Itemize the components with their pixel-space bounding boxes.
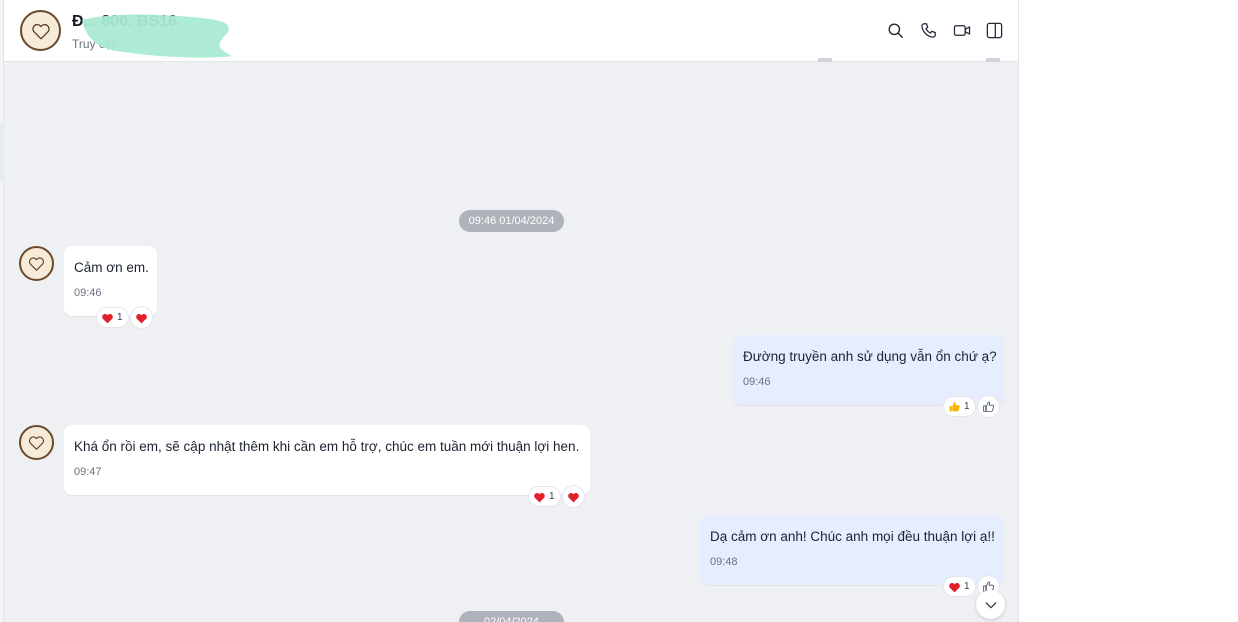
- reaction-count: 1: [964, 581, 970, 592]
- message-text: Đường truyền anh sử dụng vẫn ổn chứ ạ?: [743, 349, 997, 364]
- reaction-summary[interactable]: 1: [97, 308, 128, 327]
- clipped-element: [986, 58, 1000, 62]
- app-window: Đ... 800. BS16 Truy cập 09:46 01/04/2024…: [0, 0, 1238, 622]
- message-bubble-incoming[interactable]: Khá ổn rồi em, sẽ cập nhật thêm khi cần …: [64, 425, 590, 495]
- message-time: 09:47: [74, 466, 102, 478]
- heart-icon: [534, 492, 545, 502]
- heart-icon: [135, 313, 147, 323]
- chevron-down-icon: [985, 601, 996, 608]
- sender-avatar[interactable]: [19, 246, 54, 281]
- message-bubble-incoming[interactable]: Cảm ơn em. 09:46: [64, 246, 157, 316]
- add-reaction-button[interactable]: [130, 307, 152, 328]
- message-text: Khá ổn rồi em, sẽ cập nhật thêm khi cần …: [74, 439, 580, 454]
- search-icon: [888, 23, 903, 38]
- date-separator: 02/04/2024: [459, 611, 564, 622]
- phone-icon: [921, 23, 936, 38]
- add-reaction-button[interactable]: [562, 486, 584, 507]
- message-time: 09:48: [710, 556, 738, 568]
- message-time: 09:46: [74, 287, 102, 299]
- chat-panel: Đ... 800. BS16 Truy cập 09:46 01/04/2024…: [4, 0, 1019, 622]
- reaction-summary[interactable]: 1: [944, 577, 975, 596]
- message-reactions: 1: [529, 486, 584, 507]
- heart-outline-icon: [31, 23, 50, 39]
- message-bubble-outgoing[interactable]: Đường truyền anh sử dụng vẫn ổn chứ ạ? 0…: [733, 335, 1004, 405]
- reaction-summary[interactable]: 1: [944, 397, 975, 416]
- toggle-info-panel-button[interactable]: [982, 18, 1007, 43]
- sender-avatar[interactable]: [19, 425, 54, 460]
- thumbs-up-outline-icon: [982, 401, 994, 412]
- side-panel-icon: [986, 22, 1003, 39]
- heart-icon: [567, 492, 579, 502]
- video-call-button[interactable]: [949, 18, 974, 43]
- heart-icon: [102, 313, 113, 323]
- contact-avatar[interactable]: [20, 10, 61, 51]
- heart-outline-icon: [28, 257, 45, 271]
- video-camera-icon: [953, 25, 970, 36]
- clipped-element: [818, 58, 832, 62]
- heart-outline-icon: [28, 436, 45, 450]
- message-reactions: 1: [944, 396, 999, 417]
- contact-status: Truy cập: [72, 37, 119, 51]
- reaction-count: 1: [549, 491, 555, 502]
- message-time: 09:46: [743, 376, 771, 388]
- message-text: Cảm ơn em.: [74, 260, 149, 275]
- header-actions: [883, 18, 1007, 43]
- reaction-count: 1: [964, 401, 970, 412]
- thumbs-up-icon: [949, 401, 960, 412]
- scroll-to-bottom-button[interactable]: [976, 590, 1005, 619]
- contact-name[interactable]: Đ... 800. BS16: [72, 13, 177, 31]
- message-reactions: 1: [97, 307, 152, 328]
- add-reaction-button[interactable]: [977, 396, 999, 417]
- message-bubble-outgoing[interactable]: Dạ cảm ơn anh! Chúc anh mọi đều thuận lợ…: [700, 515, 1004, 585]
- heart-icon: [949, 582, 960, 592]
- call-button[interactable]: [916, 18, 941, 43]
- chat-header: Đ... 800. BS16 Truy cập: [4, 0, 1018, 62]
- message-text: Dạ cảm ơn anh! Chúc anh mọi đều thuận lợ…: [710, 529, 995, 544]
- search-button[interactable]: [883, 18, 908, 43]
- date-separator: 09:46 01/04/2024: [459, 210, 564, 232]
- reaction-summary[interactable]: 1: [529, 487, 560, 506]
- reaction-count: 1: [117, 312, 123, 323]
